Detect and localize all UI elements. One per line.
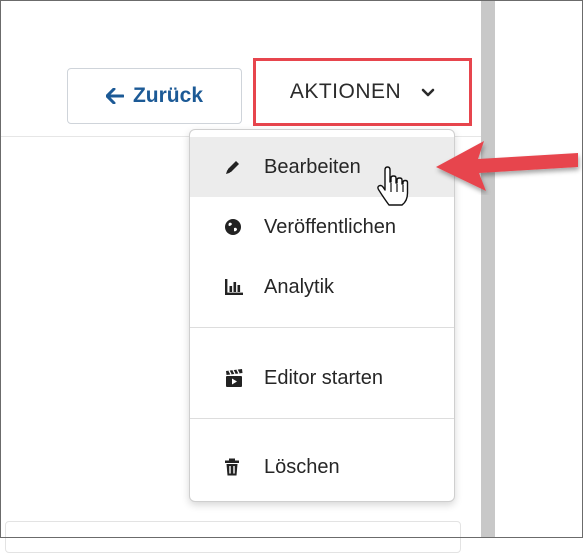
- trash-icon: [224, 456, 252, 478]
- menu-item-analytik[interactable]: Analytik: [190, 257, 454, 317]
- menu-separator: [190, 418, 454, 419]
- annotation-arrow-icon: [432, 135, 582, 200]
- hand-cursor-icon: [376, 166, 410, 213]
- actions-dropdown-button[interactable]: AKTIONEN: [253, 58, 472, 126]
- menu-item-label: Veröffentlichen: [264, 215, 396, 238]
- menu-item-bearbeiten[interactable]: Bearbeiten: [190, 137, 454, 197]
- menu-item-veroeffentlichen[interactable]: Veröffentlichen: [190, 197, 454, 257]
- actions-button-label: AKTIONEN: [289, 80, 402, 103]
- pencil-icon: [224, 156, 252, 178]
- pane-divider[interactable]: [481, 0, 495, 538]
- chevron-down-icon: [421, 80, 435, 104]
- menu-item-label: Analytik: [264, 275, 335, 298]
- actions-menu: Bearbeiten Veröffentlichen Analytik Edit…: [189, 129, 455, 502]
- menu-item-label: Editor starten: [264, 366, 383, 389]
- content-panel: [5, 521, 461, 553]
- bar-chart-icon: [224, 276, 252, 298]
- side-area: [495, 1, 582, 537]
- menu-item-editor-starten[interactable]: Editor starten: [190, 348, 454, 408]
- menu-item-loeschen[interactable]: Löschen: [190, 437, 454, 497]
- arrow-left-icon: [105, 88, 124, 104]
- back-button-label: Zurück: [132, 84, 203, 107]
- globe-icon: [224, 216, 252, 238]
- menu-item-label: Löschen: [264, 455, 340, 478]
- menu-separator: [190, 327, 454, 328]
- clapperboard-icon: [224, 367, 252, 389]
- back-button[interactable]: Zurück: [67, 68, 242, 124]
- menu-item-label: Bearbeiten: [264, 155, 361, 178]
